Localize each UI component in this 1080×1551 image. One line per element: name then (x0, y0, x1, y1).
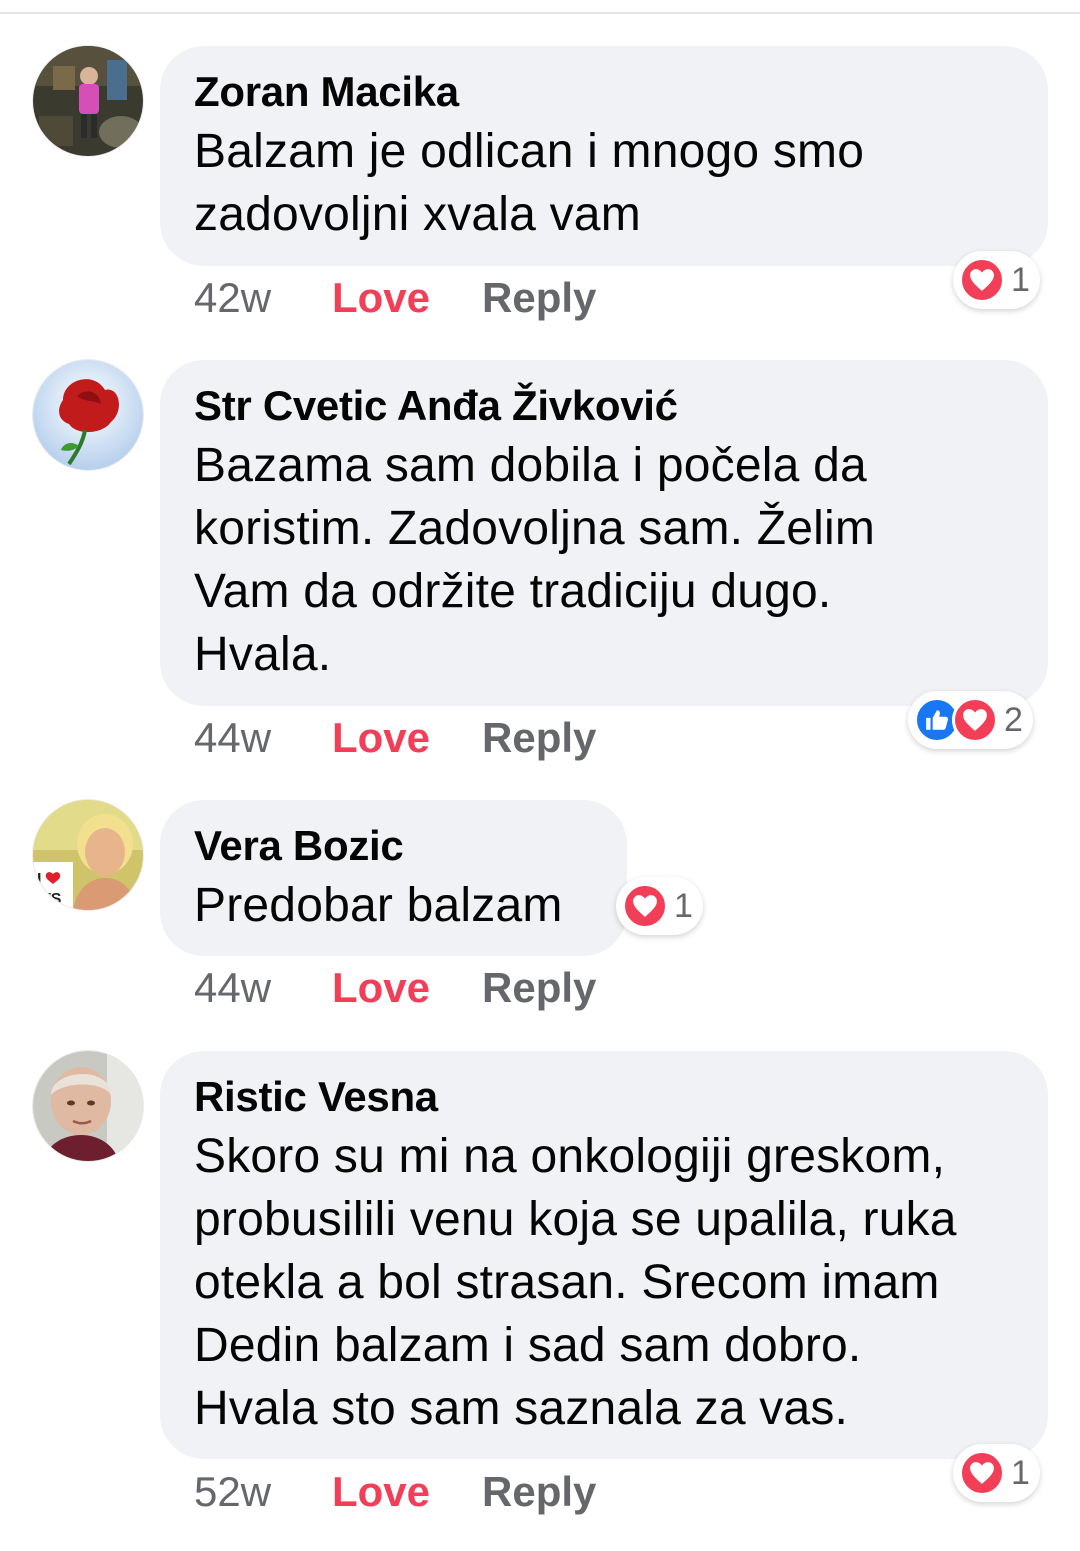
love-button[interactable]: Love (332, 714, 482, 762)
avatar[interactable] (33, 360, 143, 470)
reaction-summary[interactable]: 2 (908, 691, 1033, 749)
reaction-count: 2 (1004, 700, 1023, 739)
comment-bubble: Zoran Macika Balzam je odlican i mnogo s… (160, 46, 1048, 266)
reaction-count: 1 (1011, 1453, 1030, 1492)
top-divider (0, 12, 1080, 14)
comment-text: Bazama sam dobila i počela da koristim. … (194, 439, 876, 681)
comment-text: Skoro su mi na onkologiji greskom, probu… (194, 1130, 957, 1435)
comment-actions: 42w Love Reply (194, 268, 596, 328)
timestamp[interactable]: 52w (194, 1468, 332, 1516)
author-name[interactable]: Ristic Vesna (194, 1069, 1014, 1125)
svg-text:I: I (37, 871, 41, 888)
love-button[interactable]: Love (332, 274, 482, 322)
comment-actions: 44w Love Reply (194, 958, 596, 1018)
comment-text: Balzam je odlican i mnogo smo zadovoljni… (194, 125, 865, 241)
reaction-summary[interactable]: 1 (616, 877, 703, 935)
reaction-count: 1 (1011, 260, 1030, 299)
reply-button[interactable]: Reply (482, 714, 596, 762)
svg-text:TS: TS (41, 891, 62, 908)
author-name[interactable]: Vera Bozic (194, 818, 593, 874)
reply-button[interactable]: Reply (482, 1468, 596, 1516)
heart-reaction-icon (959, 1450, 1005, 1496)
avatar-image (33, 1051, 143, 1161)
avatar-image (33, 360, 143, 470)
heart-reaction-icon (959, 257, 1005, 303)
avatar[interactable]: I TS (33, 800, 143, 910)
comment-text: Predobar balzam (194, 879, 563, 932)
comment-actions: 44w Love Reply (194, 708, 596, 768)
avatar[interactable] (33, 46, 143, 156)
reply-button[interactable]: Reply (482, 274, 596, 322)
comment-actions: 52w Love Reply (194, 1462, 596, 1522)
avatar-image (33, 46, 143, 156)
avatar[interactable] (33, 1051, 143, 1161)
love-button[interactable]: Love (332, 1468, 482, 1516)
love-button[interactable]: Love (332, 964, 482, 1012)
avatar-image: I TS (33, 800, 143, 910)
timestamp[interactable]: 42w (194, 274, 332, 322)
reaction-summary[interactable]: 1 (953, 1444, 1040, 1502)
timestamp[interactable]: 44w (194, 964, 332, 1012)
author-name[interactable]: Str Cvetic Anđa Živković (194, 378, 1014, 434)
comment-bubble: Str Cvetic Anđa Živković Bazama sam dobi… (160, 360, 1048, 706)
author-name[interactable]: Zoran Macika (194, 64, 1014, 120)
comment-bubble: Vera Bozic Predobar balzam (160, 800, 627, 956)
heart-reaction-icon (952, 697, 998, 743)
reaction-count: 1 (674, 886, 693, 925)
timestamp[interactable]: 44w (194, 714, 332, 762)
reply-button[interactable]: Reply (482, 964, 596, 1012)
reaction-summary[interactable]: 1 (953, 251, 1040, 309)
heart-reaction-icon (622, 883, 668, 929)
comment-bubble: Ristic Vesna Skoro su mi na onkologiji g… (160, 1051, 1048, 1459)
